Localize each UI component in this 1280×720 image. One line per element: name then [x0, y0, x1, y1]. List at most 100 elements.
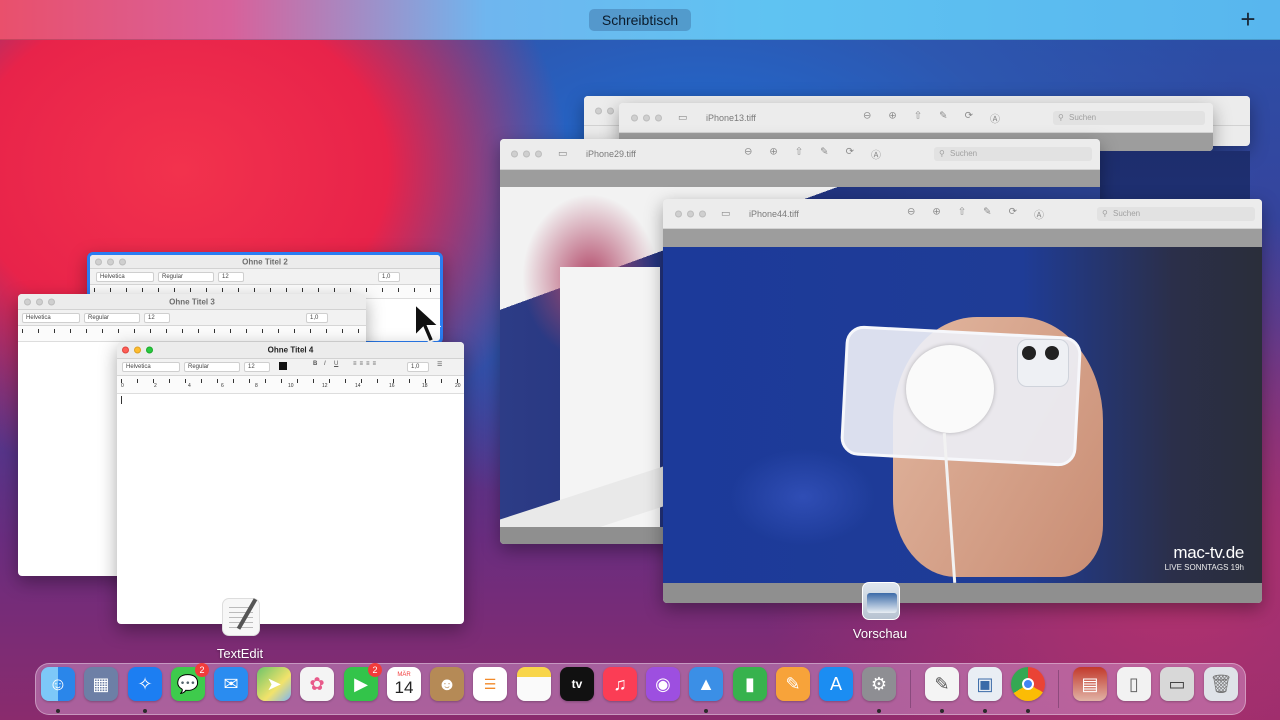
keynote-icon[interactable]: ▲ [689, 667, 723, 701]
rotate-icon[interactable]: ⟳ [846, 147, 854, 162]
zoom-out-icon[interactable]: ⊖ [907, 206, 915, 221]
search-field[interactable]: Suchen [1053, 110, 1205, 125]
maps-icon[interactable]: ➤ [257, 667, 291, 701]
watermark-brand: mac-tv.de [1173, 543, 1244, 562]
underline-icon[interactable]: U [334, 361, 338, 367]
close-button[interactable] [675, 210, 682, 217]
running-indicator [56, 709, 60, 713]
sidebar-toggle-icon[interactable]: ▭ [678, 112, 687, 123]
font-family-select[interactable]: Helvetica [96, 272, 154, 282]
line-spacing-select[interactable]: 1,0 [378, 272, 400, 282]
ruler-number: 16 [389, 383, 395, 389]
annotate-icon[interactable]: Ⓐ [990, 110, 1000, 125]
share-icon[interactable]: ⇧ [958, 206, 966, 221]
zoom-in-icon[interactable]: ⊕ [888, 110, 896, 125]
markup-icon[interactable]: ✎ [939, 110, 947, 125]
settings-icon[interactable]: ⚙ [862, 667, 896, 701]
zoom-button[interactable] [699, 210, 706, 217]
textedit-app-icon[interactable] [222, 598, 260, 636]
printer-icon[interactable]: ▭ [1160, 667, 1194, 701]
close-button[interactable] [631, 114, 638, 121]
alignment-icons[interactable]: ≡≡≡≡ [353, 361, 379, 367]
titlebar: ▭ iPhone29.tiff ⊖ ⊕ ⇧ ✎ ⟳ Ⓐ Suchen [500, 139, 1100, 170]
zoom-in-icon[interactable]: ⊕ [769, 147, 777, 162]
zoom-out-icon[interactable]: ⊖ [863, 110, 871, 125]
minimize-button[interactable] [643, 114, 650, 121]
safari-icon[interactable]: ✧ [128, 667, 162, 701]
font-size-select[interactable]: 12 [218, 272, 244, 282]
launchpad-icon[interactable]: ▦ [84, 667, 118, 701]
pen-icon [236, 598, 258, 630]
magsafe-charger-shape [906, 345, 994, 433]
share-icon[interactable]: ⇧ [914, 110, 922, 125]
titlebar: Ohne Titel 3 [18, 294, 366, 310]
font-family-select[interactable]: Helvetica [22, 313, 80, 323]
close-button[interactable] [511, 150, 518, 158]
running-indicator [983, 709, 987, 713]
finder-icon[interactable]: ☺ [41, 667, 75, 701]
document-text-area[interactable] [117, 394, 464, 624]
window-title: iPhone13.tiff [706, 112, 756, 123]
add-space-icon[interactable]: + [1236, 6, 1260, 34]
document-icon[interactable]: ▯ [1117, 667, 1151, 701]
zoom-out-icon[interactable]: ⊖ [744, 147, 752, 162]
annotate-icon[interactable]: Ⓐ [871, 147, 881, 162]
zoom-button[interactable] [655, 114, 662, 121]
textedit-icon[interactable]: ✎ [925, 667, 959, 701]
font-style-select[interactable]: Regular [158, 272, 214, 282]
sidebar-toggle-icon[interactable]: ▭ [721, 208, 730, 219]
list-icon[interactable]: ☰ [437, 361, 442, 368]
photos-icon[interactable]: ✿ [300, 667, 334, 701]
line-spacing-select[interactable]: 1,0 [306, 313, 328, 323]
toolbar-strip [663, 229, 1262, 247]
ruler: 0 2 4 6 8 10 12 14 16 18 20 [117, 376, 464, 394]
reminders-icon[interactable]: ☰ [473, 667, 507, 701]
calendar-icon[interactable]: MÄR 14 [387, 667, 421, 701]
close-button[interactable] [595, 107, 602, 114]
line-spacing-select[interactable]: 1,0 [407, 362, 429, 372]
preview-icon[interactable]: ▣ [968, 667, 1002, 701]
zoom-button[interactable] [535, 150, 542, 158]
photobooth-icon[interactable]: ▤ [1073, 667, 1107, 701]
preview-toolbar: ⊖ ⊕ ⇧ ✎ ⟳ Ⓐ [863, 110, 1000, 125]
messages-icon[interactable]: 💬 2 [171, 663, 209, 701]
minimize-button[interactable] [523, 150, 530, 158]
numbers-icon[interactable]: ▮ [733, 667, 767, 701]
pages-icon[interactable]: ✎ [776, 667, 810, 701]
chrome-icon[interactable] [1011, 667, 1045, 701]
bold-icon[interactable]: B [313, 361, 317, 367]
rotate-icon[interactable]: ⟳ [1009, 206, 1017, 221]
search-field[interactable]: Suchen [1097, 206, 1255, 221]
search-field[interactable]: Suchen [934, 147, 1092, 161]
tv-icon[interactable]: tv [560, 667, 594, 701]
share-icon[interactable]: ⇧ [795, 147, 803, 162]
preview-app-icon[interactable] [862, 582, 900, 620]
appstore-icon[interactable]: A [819, 667, 853, 701]
rotate-icon[interactable]: ⟳ [965, 110, 973, 125]
font-size-select[interactable]: 12 [144, 313, 170, 323]
space-desktop-label[interactable]: Schreibtisch [589, 9, 691, 31]
zoom-in-icon[interactable]: ⊕ [932, 206, 940, 221]
contacts-icon[interactable]: ☻ [430, 667, 464, 701]
minimize-button[interactable] [607, 107, 614, 114]
notes-icon[interactable] [517, 667, 551, 701]
font-style-select[interactable]: Regular [184, 362, 240, 372]
sidebar-toggle-icon[interactable]: ▭ [558, 149, 567, 160]
markup-icon[interactable]: ✎ [820, 147, 828, 162]
font-family-select[interactable]: Helvetica [122, 362, 180, 372]
minimize-button[interactable] [687, 210, 694, 217]
window-title: iPhone29.tiff [586, 149, 636, 159]
text-color-swatch[interactable] [279, 362, 287, 370]
font-size-select[interactable]: 12 [244, 362, 270, 372]
mail-icon[interactable]: ✉ [214, 667, 248, 701]
preview-window-iphone44[interactable]: ▭ iPhone44.tiff ⊖ ⊕ ⇧ ✎ ⟳ Ⓐ Suchen mac-t… [663, 199, 1262, 603]
facetime-icon[interactable]: ▶ 2 [344, 663, 382, 701]
podcasts-icon[interactable]: ◉ [646, 667, 680, 701]
trash-icon[interactable]: 🗑 [1204, 667, 1238, 701]
markup-icon[interactable]: ✎ [983, 206, 991, 221]
italic-icon[interactable]: I [324, 361, 326, 367]
textedit-window-ohne-titel-4[interactable]: Ohne Titel 4 Helvetica Regular 12 B I U … [117, 342, 464, 624]
font-style-select[interactable]: Regular [84, 313, 140, 323]
music-icon[interactable]: ♫ [603, 667, 637, 701]
annotate-icon[interactable]: Ⓐ [1034, 206, 1044, 221]
